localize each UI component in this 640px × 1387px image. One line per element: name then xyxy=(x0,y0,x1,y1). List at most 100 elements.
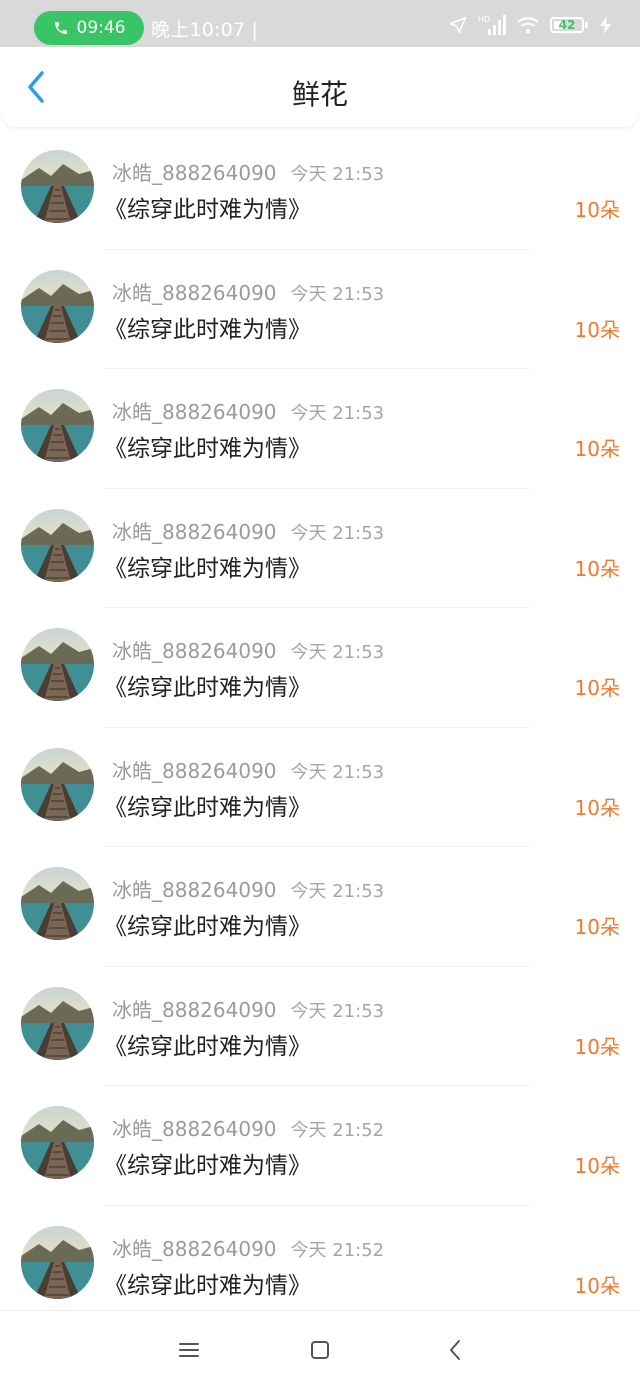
list-item[interactable]: 冰皓_888264090 今天 21:53 《综穿此时难为情》 10朵 xyxy=(0,369,640,489)
menu-icon xyxy=(179,1343,199,1357)
avatar[interactable] xyxy=(21,986,94,1060)
gift-time: 今天 21:53 xyxy=(290,642,385,663)
sender-meta: 冰皓_888264090 今天 21:53 xyxy=(112,635,384,664)
avatar[interactable] xyxy=(21,1225,94,1299)
page-title: 鲜花 xyxy=(291,78,348,111)
sender-name: 冰皓_888264090 xyxy=(112,758,277,783)
flower-amount: 10朵 xyxy=(574,556,620,581)
system-back-button[interactable] xyxy=(442,1337,468,1363)
flower-amount: 10朵 xyxy=(574,676,620,700)
avatar[interactable] xyxy=(21,269,94,343)
call-duration: 09:46 xyxy=(76,18,126,38)
book-title: 《综穿此时难为情》 xyxy=(104,436,311,462)
gift-time: 今天 21:53 xyxy=(290,283,385,305)
list-item[interactable]: 冰皓_888264090 今天 21:53 《综穿此时难为情》 10朵 xyxy=(0,130,640,250)
list-item[interactable]: 冰皓_888264090 今天 21:52 《综穿此时难为情》 10朵 xyxy=(0,1206,640,1325)
flower-gift-list: 冰皓_888264090 今天 21:53 《综穿此时难为情》 10朵 冰皓_8… xyxy=(0,130,640,1325)
ongoing-call-pill[interactable]: 09:46 xyxy=(34,11,144,45)
gift-time: 今天 21:53 xyxy=(290,881,385,902)
flower-amount: 10朵 xyxy=(574,437,620,461)
battery-icon: 42 xyxy=(550,16,590,34)
avatar-image xyxy=(21,389,94,462)
signal-hd-icon: HD xyxy=(478,15,506,35)
sender-meta: 冰皓_888264090 今天 21:53 xyxy=(112,994,384,1023)
sender-name: 冰皓_888264090 xyxy=(112,1236,277,1261)
sender-meta: 冰皓_888264090 今天 21:53 xyxy=(112,396,384,425)
sender-name: 冰皓_888264090 xyxy=(112,1117,277,1141)
avatar-image xyxy=(21,150,94,223)
list-item[interactable]: 冰皓_888264090 今天 21:52 《综穿此时难为情》 10朵 xyxy=(0,1086,640,1206)
recent-apps-button[interactable] xyxy=(176,1337,202,1363)
back-chevron-icon xyxy=(450,1340,460,1360)
avatar-image xyxy=(21,508,94,582)
avatar[interactable] xyxy=(21,1106,94,1179)
flower-amount: 10朵 xyxy=(574,795,620,820)
avatar-image xyxy=(21,269,94,343)
sender-meta: 冰皓_888264090 今天 21:52 xyxy=(112,1113,384,1142)
list-item[interactable]: 冰皓_888264090 今天 21:53 《综穿此时难为情》 10朵 xyxy=(0,489,640,608)
sender-meta: 冰皓_888264090 今天 21:52 xyxy=(112,1233,384,1262)
avatar-image xyxy=(21,1225,94,1299)
sender-meta: 冰皓_888264090 今天 21:53 xyxy=(112,516,384,545)
charging-bolt-icon xyxy=(600,16,611,34)
avatar[interactable] xyxy=(21,508,94,582)
avatar-image xyxy=(21,1106,94,1179)
gift-time: 今天 21:53 xyxy=(290,761,385,783)
avatar[interactable] xyxy=(21,150,94,223)
system-nav-bar xyxy=(0,1310,640,1387)
avatar-image xyxy=(21,628,94,701)
location-arrow-icon xyxy=(449,16,467,34)
sender-meta: 冰皓_888264090 今天 21:53 xyxy=(112,874,384,903)
gift-time: 今天 21:52 xyxy=(290,1239,385,1261)
book-title: 《综穿此时难为情》 xyxy=(104,1153,311,1179)
gift-time: 今天 21:53 xyxy=(290,164,385,185)
flower-amount: 10朵 xyxy=(574,1154,620,1178)
list-item[interactable]: 冰皓_888264090 今天 21:53 《综穿此时难为情》 10朵 xyxy=(0,728,640,847)
sender-name: 冰皓_888264090 xyxy=(112,639,277,663)
book-title: 《综穿此时难为情》 xyxy=(104,1272,311,1299)
flower-amount: 10朵 xyxy=(574,915,620,939)
avatar[interactable] xyxy=(21,867,94,940)
book-title: 《综穿此时难为情》 xyxy=(104,1033,311,1060)
sender-name: 冰皓_888264090 xyxy=(112,280,277,305)
status-icons: HD 42 xyxy=(448,14,612,36)
header: 鲜花 xyxy=(0,47,640,127)
home-square-icon xyxy=(311,1341,329,1359)
flower-amount: 10朵 xyxy=(574,317,620,342)
status-clock: 晚上10:07 | xyxy=(151,19,258,41)
sender-name: 冰皓_888264090 xyxy=(112,519,277,544)
home-button[interactable] xyxy=(307,1337,333,1363)
book-title: 《综穿此时难为情》 xyxy=(104,675,311,701)
sender-name: 冰皓_888264090 xyxy=(112,878,277,902)
flower-amount: 10朵 xyxy=(574,1273,620,1298)
gift-time: 今天 21:53 xyxy=(290,403,385,424)
book-title: 《综穿此时难为情》 xyxy=(104,914,311,940)
wifi-icon xyxy=(517,17,539,34)
list-item[interactable]: 冰皓_888264090 今天 21:53 《综穿此时难为情》 10朵 xyxy=(0,847,640,967)
avatar-image xyxy=(21,986,94,1060)
avatar[interactable] xyxy=(21,747,94,821)
book-title: 《综穿此时难为情》 xyxy=(104,555,311,582)
sender-name: 冰皓_888264090 xyxy=(112,997,277,1022)
list-item[interactable]: 冰皓_888264090 今天 21:53 《综穿此时难为情》 10朵 xyxy=(0,250,640,369)
sender-meta: 冰皓_888264090 今天 21:53 xyxy=(112,157,384,186)
sender-meta: 冰皓_888264090 今天 21:53 xyxy=(112,755,384,784)
avatar-image xyxy=(21,867,94,940)
svg-text:HD: HD xyxy=(478,15,490,24)
gift-time: 今天 21:53 xyxy=(290,522,385,544)
list-item[interactable]: 冰皓_888264090 今天 21:53 《综穿此时难为情》 10朵 xyxy=(0,967,640,1086)
sender-name: 冰皓_888264090 xyxy=(112,161,277,185)
avatar[interactable] xyxy=(21,628,94,701)
sender-meta: 冰皓_888264090 今天 21:53 xyxy=(112,277,384,306)
book-title: 《综穿此时难为情》 xyxy=(104,197,311,223)
battery-level: 42 xyxy=(558,18,576,32)
sender-name: 冰皓_888264090 xyxy=(112,400,277,424)
avatar[interactable] xyxy=(21,389,94,462)
gift-time: 今天 21:53 xyxy=(290,1000,385,1022)
flower-amount: 10朵 xyxy=(574,198,620,222)
flower-amount: 10朵 xyxy=(574,1034,620,1059)
list-item[interactable]: 冰皓_888264090 今天 21:53 《综穿此时难为情》 10朵 xyxy=(0,608,640,728)
book-title: 《综穿此时难为情》 xyxy=(104,794,311,821)
phone-icon xyxy=(54,22,67,34)
status-bar: 09:46 晚上10:07 | HD 42 xyxy=(0,0,640,47)
